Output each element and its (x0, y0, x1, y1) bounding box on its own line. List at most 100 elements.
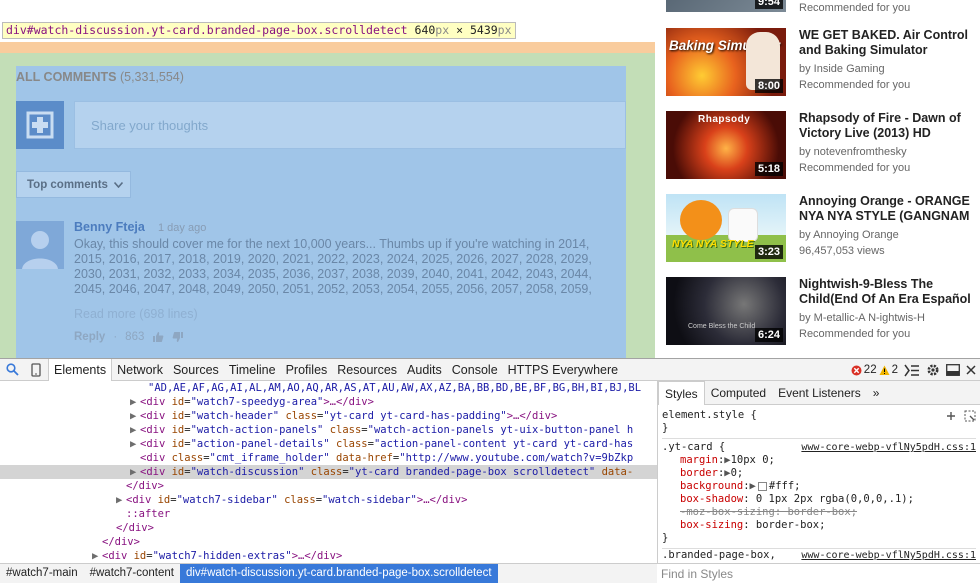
video-channel[interactable]: by Inside Gaming (799, 61, 885, 77)
tab-sources[interactable]: Sources (168, 359, 224, 381)
dom-line[interactable]: ▶ <div id="action-panel-details" class="a… (0, 437, 657, 451)
tab-computed[interactable]: Computed (705, 381, 772, 405)
dom-line[interactable]: ▶ <div id="watch7-sidebar" class="watch-s… (0, 493, 657, 507)
close-icon[interactable] (966, 365, 976, 375)
css-property-overridden[interactable]: -moz-box-sizing: border-box; (662, 506, 976, 519)
thumbs-up-icon[interactable] (152, 331, 164, 343)
tab-profiles[interactable]: Profiles (281, 359, 333, 381)
comment-time[interactable]: 1 day ago (158, 222, 206, 234)
inspect-tooltip-height: 5439 (469, 23, 498, 37)
sort-comments-button[interactable]: Top comments (16, 171, 131, 198)
video-thumbnail[interactable]: Come Bless the Child 6:24 (666, 277, 786, 345)
video-item-1[interactable]: 9:54 Recommended for you (666, 0, 980, 24)
video-thumbnail[interactable]: Rhapsody 5:18 (666, 111, 786, 179)
video-thumbnail[interactable]: NYA NYA STYLE 3:23 (666, 194, 786, 262)
expand-arrow-icon[interactable]: ▶ (130, 409, 140, 423)
console-drawer-icon[interactable] (904, 364, 920, 377)
video-channel[interactable]: by Annoying Orange (799, 227, 899, 243)
css-property[interactable]: background:▶ #fff; (662, 480, 976, 493)
dom-line[interactable]: ▶ <div id="watch7-hidden-extras">…</div> (0, 549, 657, 561)
rule-source-link[interactable]: www-core-webp-vflNy5pdH.css:1 (801, 441, 976, 454)
share-thoughts-input[interactable] (75, 102, 625, 148)
error-icon (851, 365, 862, 375)
video-channel[interactable]: by M-etallic-A N-ightwis-H (799, 310, 925, 326)
reply-link[interactable]: Reply (74, 331, 105, 343)
element-style-rule[interactable]: element.style { } (662, 407, 976, 439)
dom-line[interactable]: ▶ <div id="watch-action-panels" class="wa… (0, 423, 657, 437)
video-thumbnail[interactable]: Baking Simulator 8:00 (666, 28, 786, 96)
share-thoughts-box[interactable] (74, 101, 626, 149)
dom-line[interactable]: <div class="cmt_iframe_holder" data-href… (0, 451, 657, 465)
video-title[interactable]: Annoying Orange - ORANGE NYA NYA STYLE (… (799, 194, 980, 224)
video-item-4[interactable]: NYA NYA STYLE 3:23 Annoying Orange - ORA… (666, 194, 980, 274)
tab-event-listeners[interactable]: Event Listeners (772, 381, 867, 405)
video-duration: 6:24 (754, 328, 783, 342)
toggle-state-icon[interactable] (964, 410, 976, 422)
video-channel[interactable]: by notevenfromthesky (799, 144, 907, 160)
gear-icon[interactable] (926, 363, 940, 377)
breadcrumb-watch7-main[interactable]: #watch7-main (0, 564, 84, 583)
dom-line-selected[interactable]: ▶ <div id="watch-discussion" class="yt-ca… (0, 465, 657, 479)
tab-elements[interactable]: Elements (48, 358, 113, 381)
dom-line[interactable]: </div> (0, 479, 657, 493)
tab-styles[interactable]: Styles (658, 380, 705, 405)
dom-line[interactable]: ▶ <div id="watch-header" class="yt-card y… (0, 409, 657, 423)
dock-side-icon[interactable] (946, 364, 960, 376)
video-title-line-1: Rhapsody of Fire - Dawn of (799, 111, 961, 125)
dom-line[interactable]: "AD,AE,AF,AG,AI,AL,AM,AO,AQ,AR,AS,AT,AU,… (0, 381, 657, 395)
video-title[interactable]: WE GET BAKED. Air Control and Baking Sim… (799, 28, 980, 58)
css-property[interactable]: box-sizing: border-box; (662, 519, 976, 532)
next-rule-source[interactable]: www-core-webp-vflNy5pdH.css:1 (801, 549, 976, 562)
video-item-3[interactable]: Rhapsody 5:18 Rhapsody of Fire - Dawn of… (666, 111, 980, 191)
tab-console[interactable]: Console (447, 359, 503, 381)
video-thumbnail[interactable]: 9:54 (666, 0, 786, 12)
error-counter[interactable]: 22 2 (851, 364, 898, 376)
tab-timeline[interactable]: Timeline (224, 359, 281, 381)
thumbs-down-icon[interactable] (172, 331, 184, 343)
video-title[interactable]: Nightwish-9-Bless The Child(End Of An Er… (799, 277, 980, 307)
video-duration: 9:54 (754, 0, 783, 9)
device-mode-button[interactable] (24, 359, 48, 381)
expand-arrow-icon[interactable]: ▶ (116, 493, 126, 507)
rule-close-brace: } (662, 532, 669, 544)
dom-line[interactable]: ▶ <div id="watch7-speedyg-area">…</div> (0, 395, 657, 409)
expand-arrow-icon[interactable]: ▶ (92, 549, 102, 561)
video-item-2[interactable]: Baking Simulator 8:00 WE GET BAKED. Air … (666, 28, 980, 108)
video-title[interactable]: Rhapsody of Fire - Dawn of Victory Live … (799, 111, 980, 141)
tab-resources[interactable]: Resources (332, 359, 402, 381)
add-rule-icon[interactable] (946, 411, 956, 421)
css-property[interactable]: margin:▶10px 0; (662, 454, 976, 467)
video-item-5[interactable]: Come Bless the Child 6:24 Nightwish-9-Bl… (666, 277, 980, 357)
element-style-selector: element.style { (662, 409, 757, 421)
inspect-tooltip-selector: div#watch-discussion.yt-card.branded-pag… (6, 23, 408, 37)
more-tabs-icon[interactable]: » (867, 381, 886, 405)
breadcrumb-watch-discussion[interactable]: div#watch-discussion.yt-card.branded-pag… (179, 564, 498, 583)
video-title-line-2: Child(End Of An Era Español (799, 292, 971, 306)
dom-line[interactable]: ::after (0, 507, 657, 521)
expand-arrow-icon[interactable]: ▶ (130, 437, 140, 451)
comment-author[interactable]: Benny Fteja (74, 220, 145, 234)
comment-avatar[interactable] (16, 221, 64, 269)
inspect-element-button[interactable] (0, 359, 24, 381)
tab-audits[interactable]: Audits (402, 359, 447, 381)
find-in-styles-input[interactable]: Find in Styles (657, 563, 980, 583)
tab-https-everywhere[interactable]: HTTPS Everywhere (503, 359, 623, 381)
video-meta: Recommended for you (799, 2, 911, 14)
yt-card-rule[interactable]: .yt-card {www-core-webp-vflNy5pdH.css:1 … (662, 439, 976, 549)
breadcrumb-watch7-content[interactable]: #watch7-content (84, 564, 180, 583)
dom-line[interactable]: </div> (0, 521, 657, 535)
dom-line[interactable]: </div> (0, 535, 657, 549)
devtools-toolbar-right: 22 2 (851, 359, 980, 381)
css-property[interactable]: border:▶0; (662, 467, 976, 480)
css-property[interactable]: box-shadow: 0 1px 2px rgba(0,0,0,.1); (662, 493, 976, 506)
thumbnail-caption: Come Bless the Child (688, 323, 756, 330)
color-swatch[interactable] (757, 481, 767, 491)
expand-arrow-icon[interactable]: ▶ (130, 465, 140, 479)
dom-tree[interactable]: "AD,AE,AF,AG,AI,AL,AM,AO,AQ,AR,AS,AT,AU,… (0, 381, 657, 561)
tab-network[interactable]: Network (112, 359, 168, 381)
read-more-link[interactable]: Read more (698 lines) (74, 307, 198, 321)
next-rule[interactable]: .branded-page-box, www-core-webp-vflNy5pd… (662, 549, 976, 562)
expand-arrow-icon[interactable]: ▶ (130, 423, 140, 437)
marshmallow-character (728, 208, 758, 242)
expand-arrow-icon[interactable]: ▶ (130, 395, 140, 409)
